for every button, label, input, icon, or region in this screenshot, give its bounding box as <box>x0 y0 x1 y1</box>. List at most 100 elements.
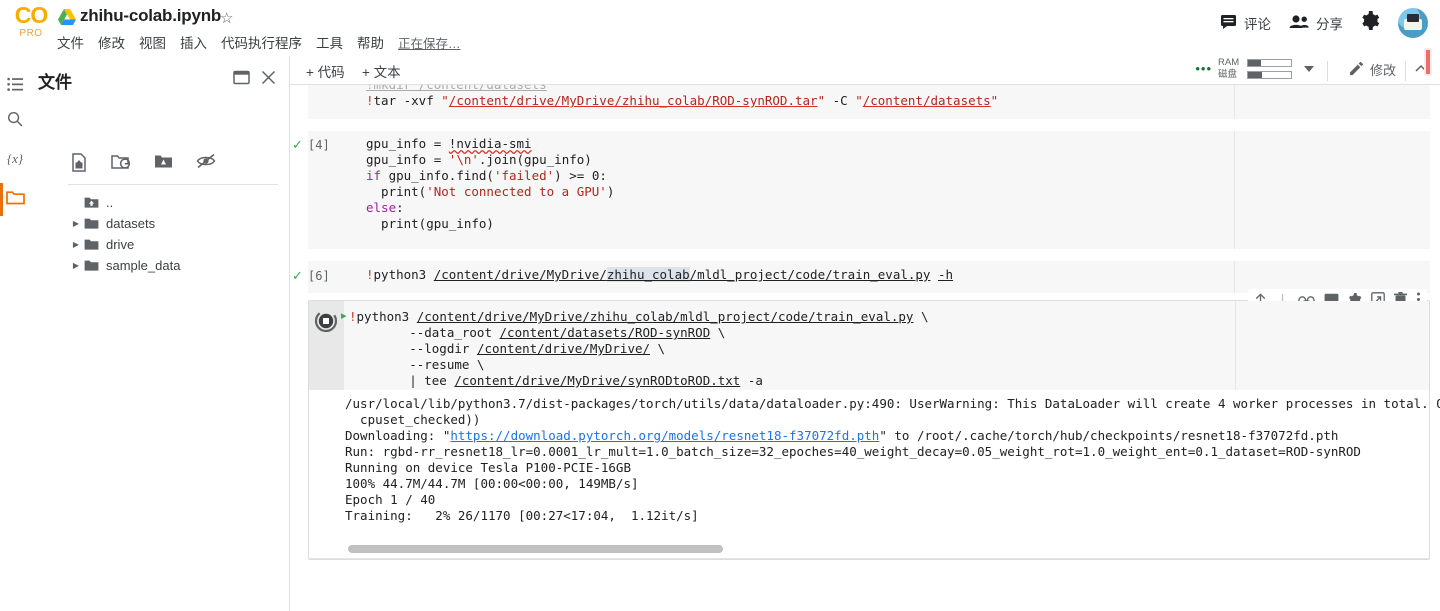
code-cell[interactable]: !mkdir /content/datasets!tar -xvf "/cont… <box>290 85 1440 119</box>
sidebar-item-files[interactable] <box>0 182 30 216</box>
output-line: Running on device Tesla P100-PCIE-16GB <box>345 460 631 475</box>
files-divider <box>68 184 278 185</box>
folder-icon <box>84 259 106 272</box>
search-icon <box>7 111 23 132</box>
active-cell-code[interactable]: ▸ !python3 /content/drive/MyDrive/zhihu_… <box>309 301 1429 390</box>
output-line: Epoch 1 / 40 <box>345 492 436 507</box>
menu-item-file[interactable]: 文件 <box>57 32 84 52</box>
menu-item-view[interactable]: 视图 <box>139 32 166 52</box>
upload-icon[interactable] <box>70 153 88 177</box>
execution-count: [4] <box>308 138 330 152</box>
divider <box>1405 61 1406 81</box>
connected-dots-icon: ••• <box>1195 61 1212 76</box>
saving-status: 正在保存… <box>398 36 461 51</box>
variables-icon: {x} <box>6 151 24 166</box>
colab-app: CO PRO zhihu-colab.ipynb ☆ 文件 修改 视图 插入 代… <box>0 0 1440 611</box>
notebook-title[interactable]: zhihu-colab.ipynb <box>80 6 221 26</box>
sidebar-item-search[interactable] <box>0 104 30 138</box>
disk-gauge <box>1247 71 1292 79</box>
code-line: | tee /content/drive/MyDrive/synRODtoROD… <box>349 373 763 388</box>
cell-bottom-divider <box>309 558 1429 559</box>
run-status-done-icon: ✓ <box>292 268 303 283</box>
new-window-icon[interactable] <box>233 70 250 90</box>
active-code-cell[interactable]: ▸ !python3 /content/drive/MyDrive/zhihu_… <box>308 289 1440 560</box>
settings-button[interactable] <box>1361 11 1380 35</box>
execution-count: [6] <box>308 269 330 283</box>
code-line: gpu_info = '\n'.join(gpu_info) <box>366 152 592 167</box>
menu-item-help[interactable]: 帮助 <box>357 32 384 52</box>
chevron-right-icon[interactable]: ▶ <box>68 219 84 228</box>
share-label: 分享 <box>1316 17 1343 32</box>
sidebar-item-toc[interactable] <box>0 70 30 104</box>
folder-icon <box>5 189 25 210</box>
ram-label: RAM <box>1218 57 1240 68</box>
top-bar-actions: 评论 分享 <box>1220 8 1428 38</box>
list-item[interactable]: .. <box>68 192 288 213</box>
minimap-error-marker[interactable] <box>1424 48 1432 76</box>
code-cell-body[interactable]: ✓ [4] gpu_info = !nvidia-smi gpu_info = '… <box>292 131 1430 249</box>
left-rail: {x} <box>0 56 30 611</box>
refresh-folder-icon[interactable] <box>111 153 131 177</box>
list-item[interactable]: ▶ datasets <box>68 213 288 234</box>
share-button[interactable]: 分享 <box>1289 13 1343 33</box>
sidebar-item-variables[interactable]: {x} <box>0 142 30 176</box>
menu-item-tools[interactable]: 工具 <box>316 32 343 52</box>
code-cell[interactable]: ✓ [4] gpu_info = !nvidia-smi gpu_info = '… <box>290 131 1440 253</box>
code-line: print('Not connected to a GPU') <box>366 184 615 199</box>
file-name: drive <box>106 237 135 252</box>
add-text-cell-button[interactable]: + 文本 <box>362 61 401 81</box>
code-line: print(gpu_info) <box>366 216 494 231</box>
code-line: --data_root /content/datasets/ROD-synROD… <box>349 325 726 340</box>
code-line: --logdir /content/drive/MyDrive/ \ <box>349 341 666 356</box>
output-line: cpuset_checked)) <box>345 412 481 427</box>
folder-up-icon <box>84 196 106 209</box>
menu-item-runtime[interactable]: 代码执行程序 <box>221 32 302 52</box>
chevron-right-icon[interactable]: ▶ <box>68 240 84 249</box>
list-item[interactable]: ▶ sample_data <box>68 255 288 276</box>
files-toolbar <box>70 153 216 177</box>
cell-output: /usr/local/lib/python3.7/dist-packages/t… <box>345 396 1440 524</box>
code-cell-body[interactable]: !mkdir /content/datasets!tar -xvf "/cont… <box>308 85 1430 119</box>
output-line: Run: rgbd-rr_resnet18_lr=0.0001_lr_mult=… <box>345 444 1361 459</box>
avatar[interactable] <box>1398 8 1428 38</box>
output-line: Training: 2% 26/1170 [00:27<17:04, 1.12i… <box>345 508 699 523</box>
notebook-area: !mkdir /content/datasets!tar -xvf "/cont… <box>290 85 1440 611</box>
file-name: sample_data <box>106 258 181 273</box>
folder-icon <box>84 217 106 230</box>
comment-icon <box>1220 13 1237 33</box>
code-line: --resume \ <box>349 357 485 372</box>
pencil-icon <box>1349 61 1364 79</box>
chevron-down-icon[interactable] <box>1304 66 1314 72</box>
close-icon[interactable] <box>261 70 276 90</box>
hide-hidden-icon[interactable] <box>196 153 216 177</box>
edit-button[interactable]: 修改 <box>1349 60 1396 79</box>
file-name: .. <box>106 195 114 210</box>
folder-icon <box>84 238 106 251</box>
menu-item-edit[interactable]: 修改 <box>98 32 125 52</box>
add-code-cell-button[interactable]: + 代码 <box>306 61 345 81</box>
comment-label: 评论 <box>1244 17 1271 32</box>
drive-icon[interactable] <box>58 9 76 25</box>
file-tree: .. ▶ datasets ▶ drive ▶ sample_data <box>68 192 288 276</box>
notebook-toolbar: + 代码 + 文本 ••• RAM 磁盘 修改 <box>290 56 1440 85</box>
code-line: if gpu_info.find('failed') >= 0: <box>366 168 607 183</box>
file-name: datasets <box>106 216 156 231</box>
menu-item-insert[interactable]: 插入 <box>180 32 207 52</box>
code-line: !python3 /content/drive/MyDrive/zhihu_co… <box>349 309 929 324</box>
code-line: !python3 /content/drive/MyDrive/zhihu_co… <box>366 267 954 282</box>
code-line: gpu_info = !nvidia-smi <box>366 136 532 151</box>
divider <box>1327 61 1328 81</box>
menu-bar: 文件 修改 视图 插入 代码执行程序 工具 帮助 正在保存… <box>57 32 461 52</box>
list-item[interactable]: ▶ drive <box>68 234 288 255</box>
mount-drive-icon[interactable] <box>154 153 173 177</box>
comment-button[interactable]: 评论 <box>1220 13 1271 33</box>
output-horizontal-scrollbar[interactable] <box>345 544 1427 554</box>
chevron-right-icon[interactable]: ▶ <box>68 261 84 270</box>
star-icon[interactable]: ☆ <box>220 9 233 27</box>
resource-usage-indicator[interactable]: ••• RAM 磁盘 <box>1195 57 1292 81</box>
stop-spinner-icon[interactable] <box>314 309 338 338</box>
colab-logo[interactable]: CO PRO <box>10 4 52 50</box>
code-line: !mkdir /content/datasets <box>366 85 998 93</box>
colab-logo-mark: CO <box>14 2 49 28</box>
files-panel: 文件 .. ▶ datasets ▶ drive ▶ sample_data <box>30 56 290 611</box>
